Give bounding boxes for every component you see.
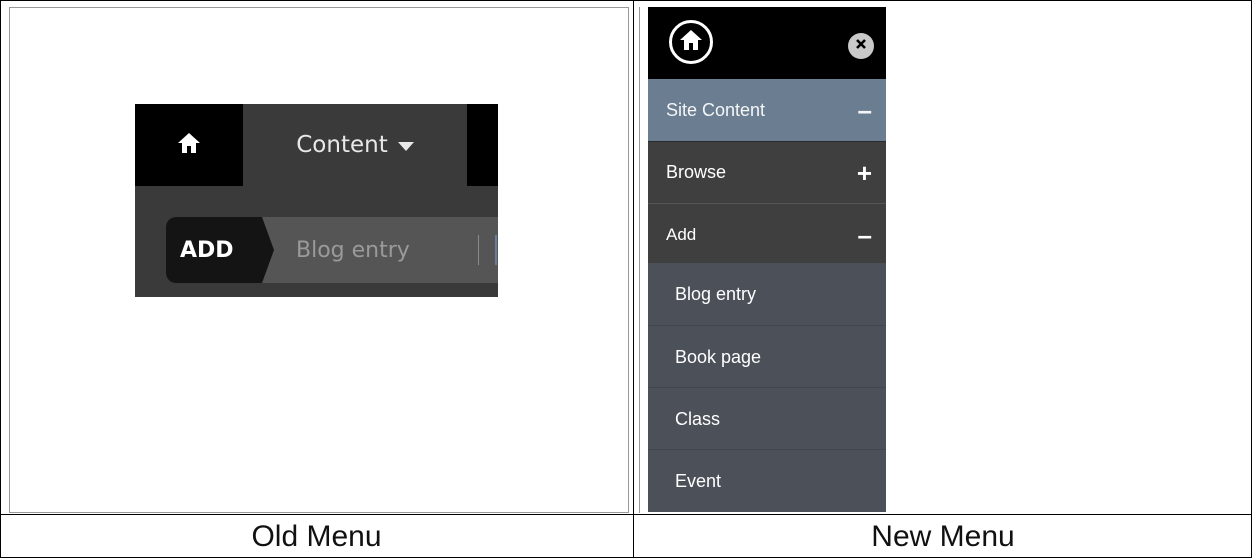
old-menu-caption: Old Menu xyxy=(251,519,382,553)
site-content-label: Site Content xyxy=(666,99,766,120)
blog-entry-link[interactable]: Blog entry xyxy=(296,217,410,283)
add-submenu-item-class[interactable]: Class xyxy=(648,387,886,450)
next-link-fragment xyxy=(495,235,497,265)
expand-toggle[interactable]: + xyxy=(857,160,872,186)
submenu-label: Book page xyxy=(675,346,762,367)
close-button[interactable] xyxy=(848,33,874,59)
browse-item[interactable]: Browse + xyxy=(648,141,886,203)
cell-inner-border-old-bottom xyxy=(9,512,629,513)
old-home-button[interactable] xyxy=(135,104,243,186)
cell-inner-border-old-top xyxy=(9,7,629,8)
add-label: Add xyxy=(666,224,697,244)
add-submenu-item-book-page[interactable]: Book page xyxy=(648,325,886,388)
new-menu: Site Content – Browse + Add – Blog entry… xyxy=(648,7,886,512)
new-menu-header xyxy=(648,7,886,79)
add-item[interactable]: Add – xyxy=(648,203,886,265)
cell-inner-border-old-right xyxy=(628,7,629,513)
add-label: ADD xyxy=(166,217,262,283)
collapse-toggle[interactable]: – xyxy=(858,222,872,248)
submenu-label: Event xyxy=(675,470,722,491)
content-tab[interactable]: Content xyxy=(243,104,467,186)
browse-label: Browse xyxy=(666,162,727,182)
home-icon xyxy=(680,29,702,55)
content-tab-label: Content xyxy=(296,132,388,158)
link-separator xyxy=(478,235,479,265)
add-submenu-item-blog-entry[interactable]: Blog entry xyxy=(648,263,886,325)
cell-inner-border-new-left xyxy=(639,7,640,513)
home-button[interactable] xyxy=(669,20,713,64)
chevron-down-icon xyxy=(397,142,414,151)
submenu-label: Blog entry xyxy=(675,283,757,304)
close-icon xyxy=(855,37,867,55)
table-border-left xyxy=(0,0,1,558)
old-menu: Content ADD Blog entry xyxy=(135,104,498,297)
add-shortcut-bar: ADD Blog entry xyxy=(166,217,498,283)
site-content-item[interactable]: Site Content – xyxy=(648,79,886,141)
submenu-label: Class xyxy=(675,408,721,429)
collapse-toggle[interactable]: – xyxy=(858,97,872,123)
add-submenu-item-event[interactable]: Event xyxy=(648,449,886,512)
cell-inner-border-left xyxy=(9,7,10,513)
add-arrow xyxy=(262,217,274,283)
table-border-top xyxy=(0,0,1252,1)
new-menu-caption: New Menu xyxy=(871,519,1015,553)
table-border-center xyxy=(633,0,634,558)
home-icon xyxy=(178,132,200,158)
